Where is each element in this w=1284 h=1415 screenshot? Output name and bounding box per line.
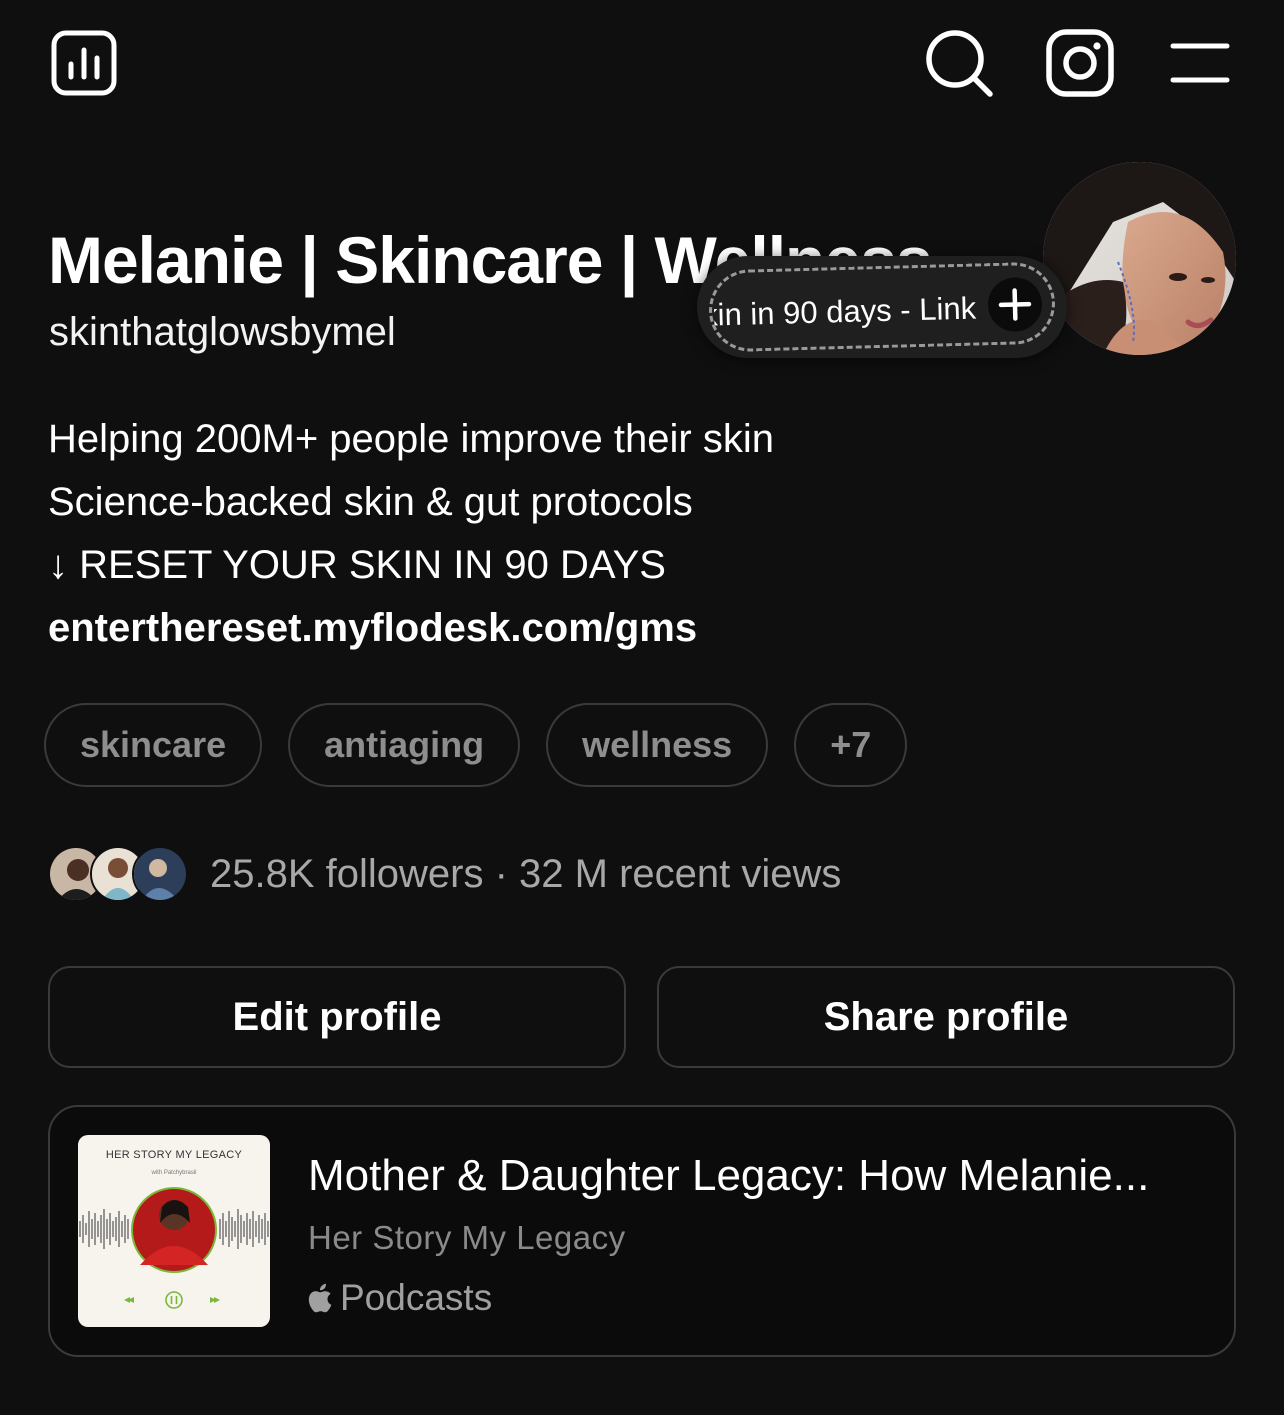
insights-icon[interactable] bbox=[49, 28, 119, 98]
follower-avatars bbox=[48, 846, 188, 902]
tag-skincare[interactable]: skincare bbox=[44, 703, 263, 787]
interest-tags: skincare antiaging wellness +7 bbox=[44, 703, 908, 787]
edit-profile-button[interactable]: Edit profile bbox=[48, 966, 626, 1068]
followers-stats: 25.8K followers · 32 M recent views bbox=[210, 851, 842, 896]
profile-avatar[interactable] bbox=[1043, 162, 1236, 355]
search-icon[interactable] bbox=[924, 28, 994, 98]
podcast-card[interactable]: HER STORY MY LEGACY with Patchybrasil Mo… bbox=[48, 1105, 1236, 1357]
followers-row[interactable]: 25.8K followers · 32 M recent views bbox=[48, 845, 841, 903]
menu-icon[interactable] bbox=[1165, 28, 1235, 98]
podcast-source: Podcasts bbox=[306, 1277, 492, 1319]
podcast-episode-title: Mother & Daughter Legacy: How Melanie... bbox=[308, 1151, 1150, 1200]
podcast-source-label: Podcasts bbox=[340, 1277, 493, 1318]
podcast-show-name: Her Story My Legacy bbox=[308, 1219, 626, 1256]
apple-icon bbox=[308, 1283, 332, 1313]
link-pill-text: Reset your skin in 90 days - Link bbox=[713, 290, 977, 334]
bio-line: Helping 200M+ people improve their skin bbox=[48, 417, 774, 461]
bio-line: Science-backed skin & gut protocols bbox=[48, 480, 693, 524]
podcast-artwork: HER STORY MY LEGACY with Patchybrasil bbox=[78, 1135, 270, 1327]
tag-more[interactable]: +7 bbox=[794, 703, 908, 787]
add-link-button[interactable] bbox=[987, 276, 1043, 333]
tag-wellness[interactable]: wellness bbox=[546, 703, 769, 787]
link-pill[interactable]: Reset your skin in 90 days - Link bbox=[697, 256, 1067, 358]
bio-link[interactable]: enterthereset.myflodesk.com/gms bbox=[48, 597, 774, 660]
instagram-icon[interactable] bbox=[1045, 28, 1115, 98]
tag-antiaging[interactable]: antiaging bbox=[288, 703, 521, 787]
follower-avatar bbox=[132, 846, 188, 902]
share-profile-button[interactable]: Share profile bbox=[657, 966, 1235, 1068]
profile-bio: Helping 200M+ people improve their skin … bbox=[48, 408, 774, 660]
profile-handle: skinthatglowsbymel bbox=[49, 310, 396, 354]
bio-line: ↓ RESET YOUR SKIN IN 90 DAYS bbox=[48, 543, 666, 587]
plus-icon bbox=[998, 288, 1032, 321]
